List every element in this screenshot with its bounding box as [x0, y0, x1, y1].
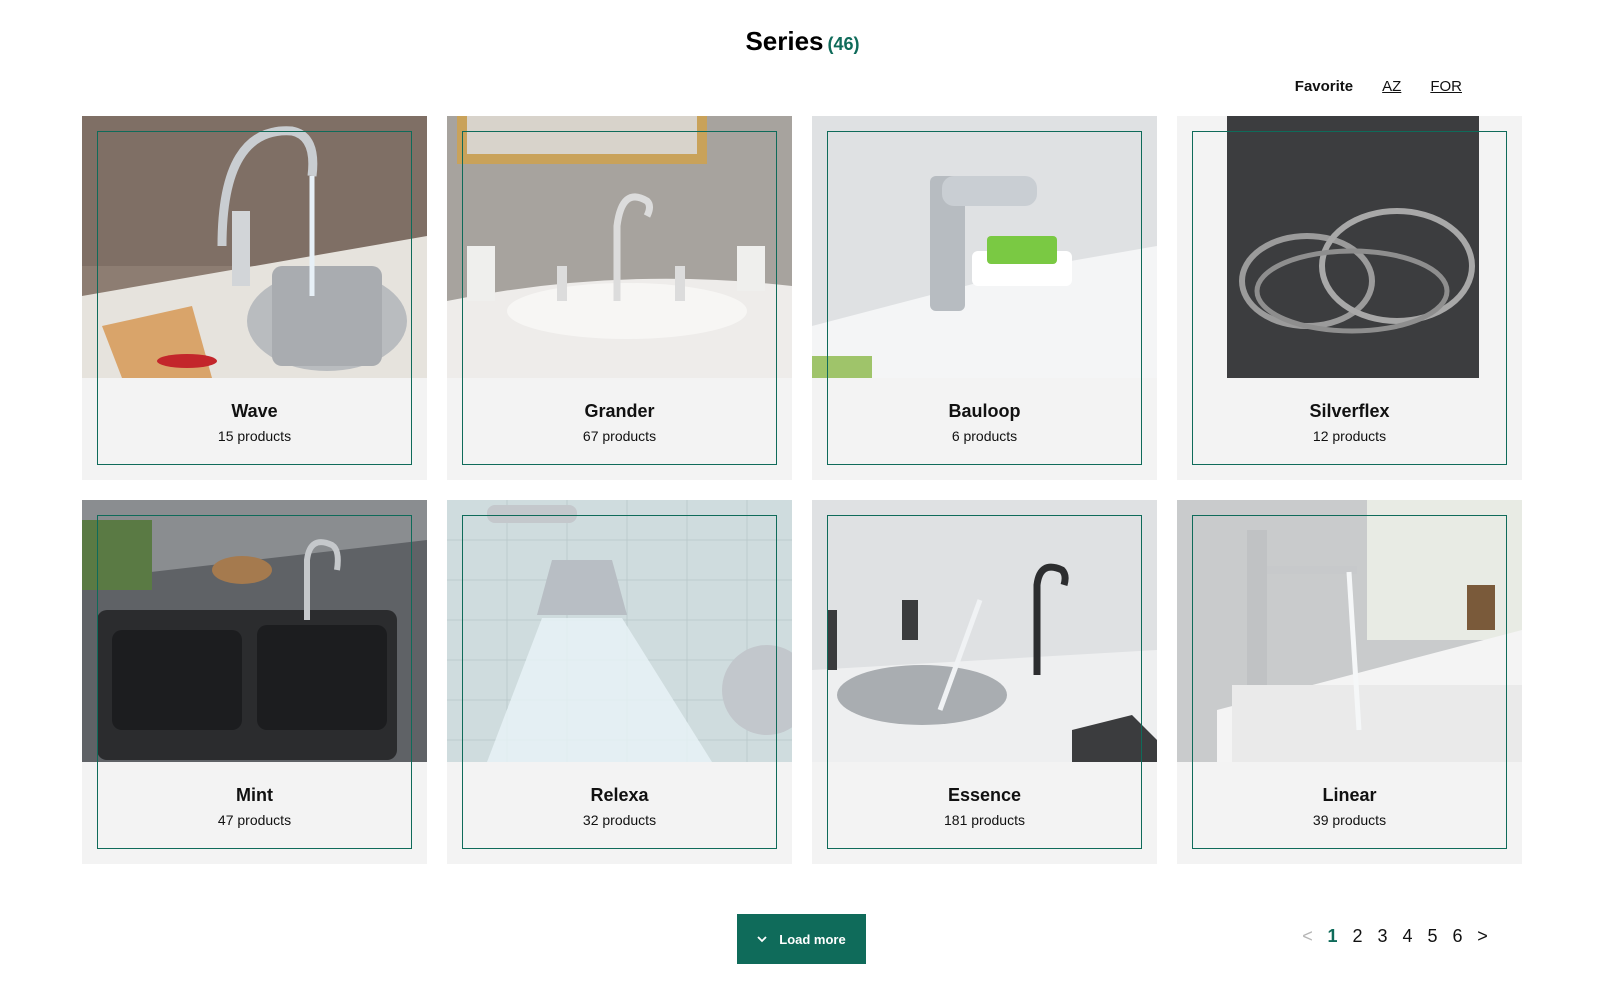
series-name: Relexa [590, 785, 649, 805]
sort-for[interactable]: FOR [1430, 78, 1462, 95]
load-more-label: Load more [779, 931, 846, 947]
series-image [447, 116, 792, 378]
chevron-down-icon [757, 936, 767, 943]
series-card-silverflex[interactable]: Silverflex 12 products [1177, 116, 1522, 480]
series-card-bauloop[interactable]: Bauloop 6 products [812, 116, 1157, 480]
series-product-count: 39 products [1312, 812, 1387, 828]
series-card-relexa[interactable]: Relexa 32 products [447, 500, 792, 864]
page-2[interactable]: 2 [1345, 926, 1370, 947]
series-card-mint[interactable]: Mint 47 products [82, 500, 427, 864]
series-product-count: 32 products [582, 812, 657, 828]
series-count: (46) [827, 34, 860, 54]
series-product-count: 6 products [951, 428, 1018, 444]
series-image [812, 500, 1157, 762]
series-image [812, 116, 1157, 378]
series-name: Grander [584, 401, 655, 421]
series-image [82, 116, 427, 378]
series-grid: Wave 15 products Grander 67 products Bau… [82, 116, 1522, 864]
next-page-button[interactable]: > [1470, 926, 1495, 947]
series-card-grander[interactable]: Grander 67 products [447, 116, 792, 480]
series-name: Wave [231, 401, 278, 421]
series-image [447, 500, 792, 762]
series-product-count: 15 products [217, 428, 292, 444]
series-card-linear[interactable]: Linear 39 products [1177, 500, 1522, 864]
page-1[interactable]: 1 [1320, 926, 1345, 947]
page-6[interactable]: 6 [1445, 926, 1470, 947]
page-4[interactable]: 4 [1395, 926, 1420, 947]
page-5[interactable]: 5 [1420, 926, 1445, 947]
series-card-wave[interactable]: Wave 15 products [82, 116, 427, 480]
page-title: Series [745, 26, 824, 56]
page-3[interactable]: 3 [1370, 926, 1395, 947]
series-product-count: 67 products [582, 428, 657, 444]
sort-options: Favorite AZ FOR [1295, 78, 1462, 95]
sort-favorite[interactable]: Favorite [1295, 78, 1353, 95]
series-name: Essence [947, 785, 1022, 805]
series-product-count: 12 products [1312, 428, 1387, 444]
page-header: Series (46) [0, 26, 1605, 57]
pagination: < 1 2 3 4 5 6 > [1295, 926, 1495, 947]
series-image [1177, 116, 1522, 378]
series-name: Bauloop [948, 401, 1021, 421]
series-product-count: 47 products [217, 812, 292, 828]
prev-page-button[interactable]: < [1295, 926, 1320, 947]
load-more-button[interactable]: Load more [737, 914, 866, 964]
series-image [1177, 500, 1522, 762]
series-name: Silverflex [1309, 401, 1390, 421]
series-card-essence[interactable]: Essence 181 products [812, 500, 1157, 864]
sort-az[interactable]: AZ [1382, 78, 1401, 95]
series-product-count: 181 products [944, 812, 1025, 828]
series-name: Mint [236, 785, 273, 805]
series-name: Linear [1322, 785, 1377, 805]
series-image [82, 500, 427, 762]
